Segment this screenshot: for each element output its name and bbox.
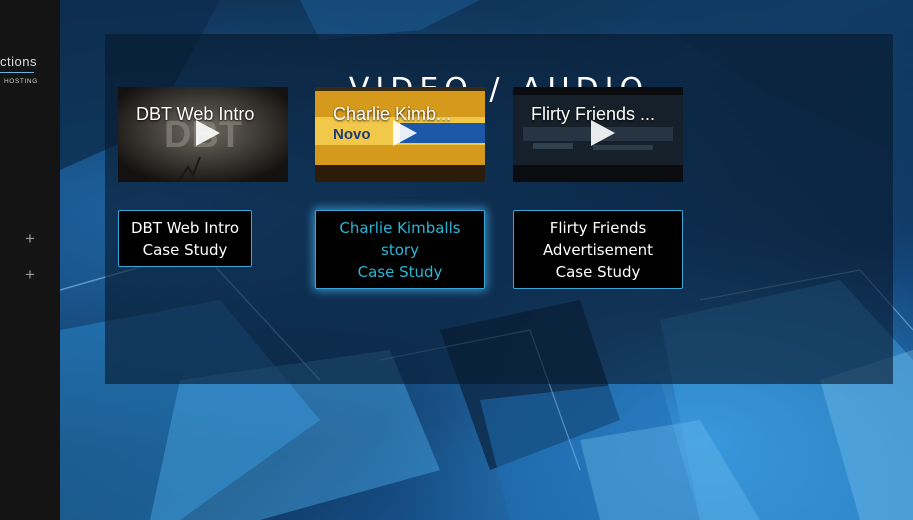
logo-underline [0, 72, 34, 73]
video-thumbnail-dbt-web-intro[interactable]: DBT DBT Web Intro [118, 87, 288, 182]
button-line: Case Study [555, 262, 641, 281]
video-thumbnail-flirty-friends[interactable]: Flirty Friends ... [513, 87, 683, 182]
button-line: Charlie Kimballs [339, 218, 461, 237]
logo-subtitle: HOSTING [4, 78, 38, 85]
button-line: story [381, 240, 419, 259]
button-line: Case Study [142, 240, 228, 259]
expand-plus-icon-2[interactable]: + [22, 266, 38, 283]
video-thumbnail-charlie-kimballs[interactable]: Novo Charlie Kimb... [315, 87, 485, 182]
logo-text[interactable]: ctions [0, 54, 37, 69]
button-line: Case Study [357, 262, 443, 281]
play-icon[interactable] [390, 118, 418, 148]
svg-text:Novo: Novo [333, 126, 371, 143]
button-line: Advertisement [542, 240, 654, 259]
button-line: DBT Web Intro [130, 218, 240, 237]
play-icon[interactable] [193, 118, 221, 148]
case-study-button-charlie-kimballs[interactable]: Charlie Kimballs story Case Study [315, 210, 485, 289]
expand-plus-icon-1[interactable]: + [22, 230, 38, 247]
sidebar: ctions HOSTING + + [0, 0, 60, 520]
case-study-button-dbt-web-intro[interactable]: DBT Web Intro Case Study [118, 210, 252, 267]
button-line: Flirty Friends [549, 218, 647, 237]
play-icon[interactable] [588, 118, 616, 148]
case-study-button-flirty-friends[interactable]: Flirty Friends Advertisement Case Study [513, 210, 683, 289]
